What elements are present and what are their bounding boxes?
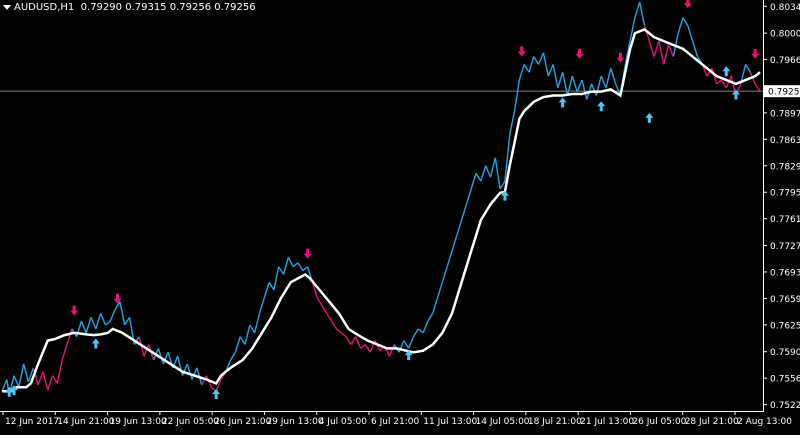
y-tick-label: 0.75227 xyxy=(770,401,800,411)
y-tick-label: 0.80002 xyxy=(770,30,800,40)
ohlc-values: 0.79290 0.79315 0.79256 0.79256 xyxy=(80,2,256,13)
current-price-label: 0.79256 xyxy=(768,88,800,98)
x-tick-label: 11 Jul 13:00 xyxy=(423,417,477,427)
dropdown-triangle-icon[interactable] xyxy=(3,4,11,10)
price-chart[interactable]: 0.80347 0.80002 0.79662 0.78977 0.78637 0.782… xyxy=(0,0,800,431)
y-tick-label: 0.78637 xyxy=(770,136,800,146)
symbol-info: AUDUSD,H1 0.79290 0.79315 0.79256 0.7925… xyxy=(3,2,256,13)
x-tick-label: 22 Jun 05:00 xyxy=(162,417,219,427)
x-tick-label: 18 Jul 21:00 xyxy=(528,417,582,427)
y-tick-label: 0.78297 xyxy=(770,162,800,172)
x-tick-label: 19 Jun 13:00 xyxy=(110,417,167,427)
current-price-marker: 0.79256 xyxy=(764,85,800,98)
x-tick-label: 26 Jul 05:00 xyxy=(632,417,686,427)
y-tick-label: 0.75567 xyxy=(770,375,800,385)
y-tick-label: 0.77957 xyxy=(770,189,800,199)
x-tick-label: 26 Jun 21:00 xyxy=(214,417,271,427)
y-tick-label: 0.76252 xyxy=(770,321,800,331)
y-tick-label: 0.76592 xyxy=(770,295,800,305)
x-tick-label: 4 Jul 05:00 xyxy=(319,417,368,427)
y-tick-label: 0.77617 xyxy=(770,215,800,225)
y-tick-label: 0.80347 xyxy=(770,3,800,13)
x-tick-label: 6 Jul 21:00 xyxy=(371,417,420,427)
y-tick-label: 0.79662 xyxy=(770,56,800,66)
x-tick-label: 29 Jun 13:00 xyxy=(266,417,323,427)
y-tick-label: 0.75907 xyxy=(770,348,800,358)
x-tick-label: 14 Jun 21:00 xyxy=(57,417,114,427)
x-tick-label: 12 Jun 2017 xyxy=(5,417,59,427)
y-tick-label: 0.77272 xyxy=(770,242,800,252)
y-tick-label: 0.76932 xyxy=(770,268,800,278)
symbol-name: AUDUSD,H1 xyxy=(14,2,75,13)
chart-window[interactable]: 0.80347 0.80002 0.79662 0.78977 0.78637 0.782… xyxy=(0,0,800,431)
x-tick-label: 14 Jul 05:00 xyxy=(476,417,530,427)
x-tick-label: 28 Jul 21:00 xyxy=(685,417,739,427)
x-tick-label: 21 Jul 13:00 xyxy=(580,417,634,427)
y-tick-label: 0.78977 xyxy=(770,109,800,119)
chart-background xyxy=(0,0,800,431)
x-tick-label: 2 Aug 13:00 xyxy=(737,417,792,427)
